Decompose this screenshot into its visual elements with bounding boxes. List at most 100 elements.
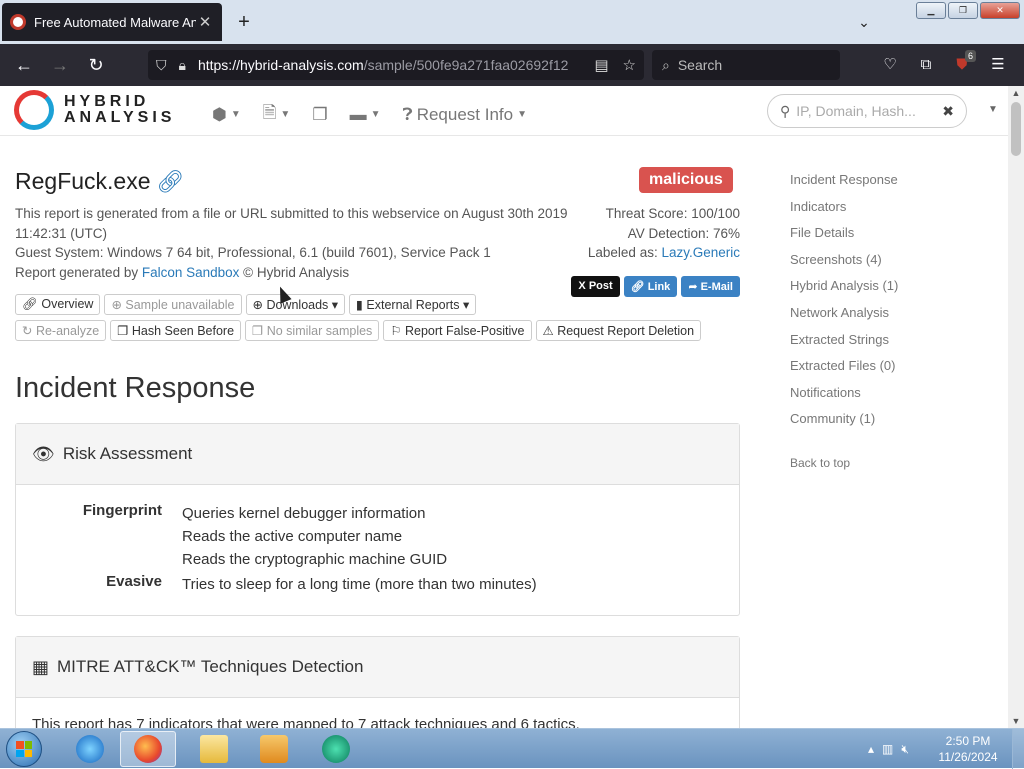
downloads-button[interactable]: ⊕ Downloads ▾: [245, 294, 346, 315]
permalink-icon[interactable]: 🔗︎: [157, 169, 185, 194]
file-name-title: RegFuck.exe 🔗︎: [15, 168, 184, 195]
clear-search-icon[interactable]: ✖: [942, 103, 954, 120]
search-icon: ⚲: [780, 102, 791, 119]
clock-time: 2:50 PM: [945, 734, 991, 748]
toc-indicators[interactable]: Indicators: [790, 199, 898, 226]
minimize-button[interactable]: ▁: [916, 2, 946, 19]
toc-extracted-files[interactable]: Extracted Files (0): [790, 358, 898, 385]
share-email-button[interactable]: ➦ E-Mail: [681, 276, 740, 297]
mitre-title: MITRE ATT&CK™ Techniques Detection: [57, 657, 364, 676]
reader-view-icon[interactable]: ▤: [594, 56, 608, 74]
browser-tab-active[interactable]: Free Automated Malware Analy ✕: [2, 3, 222, 41]
nav-cube-menu[interactable]: ⬢ ▼: [212, 100, 241, 129]
scrollbar-thumb[interactable]: [1011, 102, 1021, 156]
windows-taskbar: ▴ ▥ 🔇︎ 2:50 PM 11/26/2024: [0, 728, 1024, 769]
table-icon: ▦: [32, 656, 50, 677]
taskbar-ie[interactable]: [62, 731, 118, 767]
back-arrow-icon[interactable]: ←: [6, 50, 42, 80]
nav-file-menu[interactable]: 🗎︎ ▼: [263, 100, 291, 129]
toc-file-details[interactable]: File Details: [790, 225, 898, 252]
reload-icon[interactable]: ↻: [78, 50, 114, 80]
browser-navbar: ← → ↻ ⛉ 🔒︎ https://hybrid-analysis.com/s…: [0, 44, 1024, 86]
browser-search-input[interactable]: ⌕ Search: [652, 50, 840, 80]
system-tray: ▴ ▥ 🔇︎: [868, 733, 909, 765]
report-false-positive-button[interactable]: ⚐ Report False-Positive: [383, 320, 532, 341]
taskbar-app[interactable]: [308, 731, 364, 767]
window-close-button[interactable]: ✕: [980, 2, 1020, 19]
restore-button[interactable]: ❐: [948, 2, 978, 19]
risk-item: Tries to sleep for a long time (more tha…: [182, 576, 537, 593]
toolbar-right: ♡ ⧉ ⛊ 6 ☰: [876, 50, 1012, 80]
tab-close-icon[interactable]: ✕: [196, 13, 214, 31]
sample-unavailable-button[interactable]: ⊕ Sample unavailable: [104, 294, 242, 315]
logo-text: HYBRID ANALYSIS: [64, 94, 175, 126]
x-post-button[interactable]: X Post: [571, 276, 620, 297]
nav-copy-menu[interactable]: ❐: [312, 100, 327, 129]
bookmark-star-icon[interactable]: ☆: [623, 56, 636, 74]
site-search-placeholder: IP, Domain, Hash...: [796, 103, 916, 119]
report-main: RegFuck.exe 🔗︎ malicious This report is g…: [15, 136, 740, 728]
taskbar-explorer[interactable]: [186, 731, 242, 767]
external-reports-button[interactable]: ▮ External Reports ▾: [349, 294, 477, 315]
falcon-sandbox-link[interactable]: Falcon Sandbox: [142, 265, 240, 280]
toc-notifications[interactable]: Notifications: [790, 385, 898, 412]
hamburger-menu-icon[interactable]: ☰: [984, 50, 1012, 80]
show-desktop-button[interactable]: [1012, 729, 1024, 769]
tracking-shield-icon[interactable]: ⛉: [156, 57, 167, 74]
hash-seen-before-button[interactable]: ❐ Hash Seen Before: [110, 320, 242, 341]
action-buttons-row2: ↻ Re-analyze ❐ Hash Seen Before ❐ No sim…: [15, 320, 702, 341]
overview-button[interactable]: 🔗︎ Overview: [15, 294, 101, 315]
risk-item: Reads the active computer name: [182, 528, 403, 545]
taskbar-media-player[interactable]: [246, 731, 302, 767]
threat-score: Threat Score: 100/100: [605, 206, 740, 221]
nav-folder-menu[interactable]: ▬ ▼: [350, 100, 381, 129]
list-all-tabs-chevron-icon[interactable]: ⌄: [852, 10, 876, 34]
show-hidden-icons-icon[interactable]: ▴: [868, 742, 874, 756]
toc-hybrid-analysis[interactable]: Hybrid Analysis (1): [790, 278, 898, 305]
app-icon: [322, 735, 350, 763]
internet-explorer-icon: [76, 735, 104, 763]
back-to-top-link[interactable]: Back to top: [790, 456, 898, 470]
question-circle-icon: ❓︎: [402, 104, 413, 124]
url-host: https://hybrid-analysis.com: [197, 57, 364, 73]
site-search-input[interactable]: ⚲ IP, Domain, Hash... ✖: [767, 94, 967, 128]
pocket-icon[interactable]: ♡: [876, 50, 904, 80]
address-bar[interactable]: ⛉ 🔒︎ https://hybrid-analysis.com/sample/…: [148, 50, 644, 80]
toc-extracted-strings[interactable]: Extracted Strings: [790, 332, 898, 359]
mitre-header: ▦ MITRE ATT&CK™ Techniques Detection: [16, 637, 739, 698]
reanalyze-button[interactable]: ↻ Re-analyze: [15, 320, 107, 341]
firefox-icon: [134, 735, 162, 763]
taskbar-firefox[interactable]: [120, 731, 176, 767]
search-icon: ⌕: [662, 56, 670, 73]
caret-down-icon: ▼: [280, 109, 291, 120]
no-similar-samples-label: No similar samples: [266, 324, 373, 338]
hybrid-analysis-logo[interactable]: HYBRID ANALYSIS: [14, 90, 175, 130]
labeled-as: Labeled as: Lazy.Generic: [588, 243, 740, 263]
request-report-deletion-button[interactable]: ⚠ Request Report Deletion: [535, 320, 702, 341]
scroll-up-icon[interactable]: ▲: [1008, 88, 1024, 98]
label-link[interactable]: Lazy.Generic: [661, 245, 740, 260]
header-dropdown-caret-icon[interactable]: ▼: [988, 104, 998, 115]
extensions-puzzle-icon[interactable]: ⧉: [912, 50, 940, 80]
lock-icon[interactable]: 🔒︎: [179, 57, 186, 74]
new-tab-button[interactable]: +: [232, 10, 256, 34]
toc-screenshots[interactable]: Screenshots (4): [790, 252, 898, 279]
toc-incident-response[interactable]: Incident Response: [790, 172, 898, 199]
no-similar-samples-button[interactable]: ❐ No similar samples: [245, 320, 380, 341]
page-scrollbar[interactable]: ▲ ▼: [1008, 86, 1024, 728]
network-icon[interactable]: ▥: [882, 742, 893, 756]
toc-network-analysis[interactable]: Network Analysis: [790, 305, 898, 332]
request-info-label: Request Info: [416, 104, 514, 124]
toc-community[interactable]: Community (1): [790, 411, 898, 438]
ublock-shield-icon[interactable]: ⛊ 6: [948, 50, 976, 80]
volume-muted-icon[interactable]: 🔇︎: [901, 742, 909, 757]
forward-arrow-icon[interactable]: →: [42, 50, 78, 80]
submission-info: This report is generated from a file or …: [15, 206, 568, 241]
share-link-button[interactable]: 🔗︎ Link: [623, 276, 678, 297]
taskbar-clock[interactable]: 2:50 PM 11/26/2024: [930, 733, 1006, 765]
scroll-down-icon[interactable]: ▼: [1008, 716, 1024, 726]
url-text[interactable]: https://hybrid-analysis.com/sample/500fe…: [198, 57, 580, 73]
nav-request-info[interactable]: ❓︎ Request Info ▼: [402, 100, 527, 129]
request-deletion-label: Request Report Deletion: [557, 324, 695, 338]
start-button[interactable]: [6, 731, 42, 767]
